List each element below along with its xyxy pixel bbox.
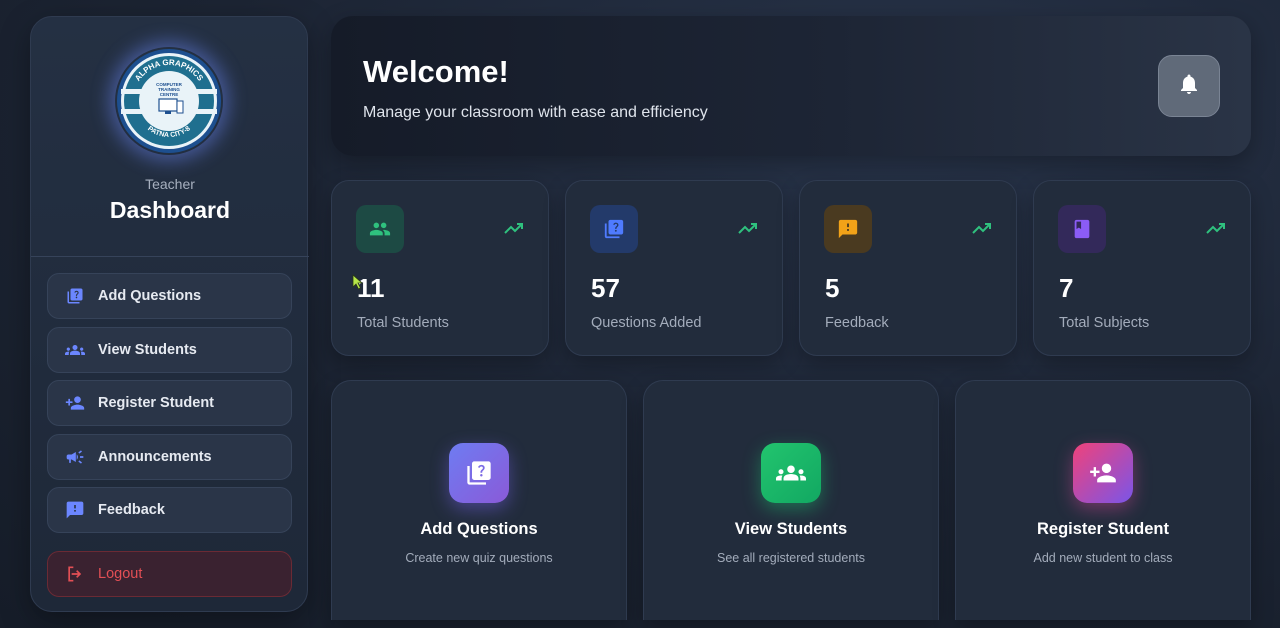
dashboard-page: ALPHA GRAPHICS PATNA CITY-8 COMPUTER TRA… (0, 0, 1280, 628)
welcome-banner: Welcome! Manage your classroom with ease… (331, 16, 1251, 156)
person-add-icon (65, 393, 85, 413)
sidebar-divider (31, 256, 309, 257)
stat-label: Total Students (357, 315, 449, 331)
action-title: Add Questions (420, 520, 538, 538)
trending-up-icon (504, 221, 524, 235)
stat-card-total-students: 11 Total Students (331, 180, 549, 356)
megaphone-icon (65, 447, 85, 467)
stat-value: 7 (1059, 273, 1074, 303)
mouse-cursor-icon (352, 274, 364, 295)
trending-up-icon (972, 221, 992, 235)
sidebar-item-label: Add Questions (98, 288, 202, 304)
action-description: Add new student to class (1033, 551, 1173, 565)
stat-card-questions-added: 57 Questions Added (565, 180, 783, 356)
quiz-icon (65, 286, 85, 306)
quiz-icon (449, 443, 509, 503)
logout-label: Logout (98, 566, 143, 582)
action-card-add-questions[interactable]: Add Questions Create new quiz questions (331, 380, 627, 620)
notifications-button[interactable] (1158, 55, 1220, 117)
sidebar-item-add-questions[interactable]: Add Questions (47, 273, 292, 319)
stat-card-feedback: 5 Feedback (799, 180, 1017, 356)
role-label: Teacher (145, 176, 195, 192)
sidebar-item-label: Register Student (98, 395, 215, 411)
group-icon (761, 443, 821, 503)
action-description: Create new quiz questions (405, 551, 553, 565)
welcome-title: Welcome! (363, 54, 509, 89)
quiz-icon (590, 205, 638, 253)
sidebar-item-label: View Students (98, 342, 197, 358)
sidebar-item-label: Feedback (98, 502, 165, 518)
group-icon (65, 340, 85, 360)
sidebar-item-feedback[interactable]: Feedback (47, 487, 292, 533)
sidebar-item-announcements[interactable]: Announcements (47, 434, 292, 480)
action-description: See all registered students (716, 551, 865, 565)
group-icon (356, 205, 404, 253)
sidebar-item-register-student[interactable]: Register Student (47, 380, 292, 426)
school-logo: ALPHA GRAPHICS PATNA CITY-8 COMPUTER TRA… (115, 47, 223, 155)
stat-card-total-subjects: 7 Total Subjects (1033, 180, 1251, 356)
stat-value: 57 (591, 273, 620, 303)
feedback-icon (65, 500, 85, 520)
logout-button[interactable]: Logout (47, 551, 292, 597)
sidebar: ALPHA GRAPHICS PATNA CITY-8 COMPUTER TRA… (30, 16, 309, 612)
action-title: Register Student (1036, 520, 1170, 538)
action-card-view-students[interactable]: View Students See all registered student… (643, 380, 939, 620)
stat-label: Questions Added (591, 315, 702, 331)
person-add-icon (1073, 443, 1133, 503)
book-icon (1058, 205, 1106, 253)
svg-text:CENTRE: CENTRE (160, 92, 179, 97)
sidebar-item-view-students[interactable]: View Students (47, 327, 292, 373)
bell-icon (1177, 72, 1201, 101)
stat-label: Total Subjects (1059, 315, 1150, 331)
stat-value: 5 (825, 273, 840, 303)
logout-icon (65, 564, 85, 584)
stat-label: Feedback (825, 315, 889, 331)
action-card-register-student[interactable]: Register Student Add new student to clas… (955, 380, 1251, 620)
sidebar-title: Dashboard (109, 197, 231, 223)
trending-up-icon (738, 221, 758, 235)
trending-up-icon (1206, 221, 1226, 235)
action-title: View Students (734, 520, 848, 538)
sidebar-item-label: Announcements (98, 449, 212, 465)
welcome-subtitle: Manage your classroom with ease and effi… (363, 104, 708, 121)
feedback-icon (824, 205, 872, 253)
